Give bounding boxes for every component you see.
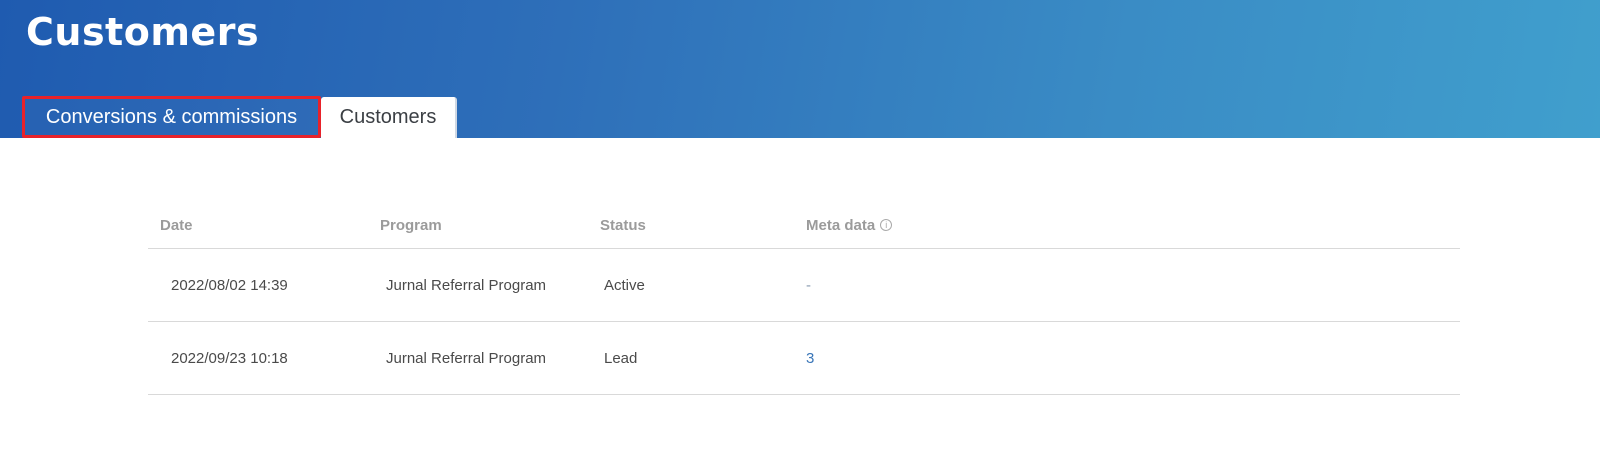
customers-table: Date Program Status Meta data i 2022/08/…	[148, 202, 1460, 395]
table-row: 2022/09/23 10:18 Jurnal Referral Program…	[148, 322, 1460, 395]
tab-conversions-commissions[interactable]: Conversions & commissions	[22, 96, 321, 138]
table-header: Date Program Status Meta data i	[148, 202, 1460, 249]
cell-status: Active	[604, 276, 645, 294]
tab-customers-label: Customers	[339, 106, 437, 128]
tab-bar: Conversions & commissions Customers	[22, 96, 457, 138]
cell-status: Lead	[604, 349, 638, 367]
cell-program: Jurnal Referral Program	[386, 349, 547, 367]
cell-date: 2022/09/23 10:18	[171, 349, 288, 367]
info-icon[interactable]: i	[880, 219, 893, 231]
cell-program: Jurnal Referral Program	[386, 276, 547, 294]
cell-date: 2022/08/02 14:39	[171, 276, 288, 294]
page-header: Customers Conversions & commissions Cust…	[0, 0, 1600, 138]
tab-conversions-commissions-label: Conversions & commissions	[45, 105, 298, 128]
cell-meta-data: -	[794, 277, 1460, 294]
column-header-date: Date	[160, 216, 193, 234]
column-header-status: Status	[600, 216, 646, 234]
table-row: 2022/08/02 14:39 Jurnal Referral Program…	[148, 249, 1460, 322]
tab-customers[interactable]: Customers	[321, 97, 457, 138]
meta-data-link[interactable]: 3	[806, 350, 814, 367]
meta-data-value: -	[806, 276, 811, 294]
cell-meta-data: 3	[794, 350, 1460, 367]
column-header-program: Program	[380, 216, 442, 234]
page-title: Customers	[26, 10, 260, 54]
column-header-meta-data: Meta data i	[794, 217, 1460, 234]
column-header-meta-data-label: Meta data	[806, 216, 876, 234]
